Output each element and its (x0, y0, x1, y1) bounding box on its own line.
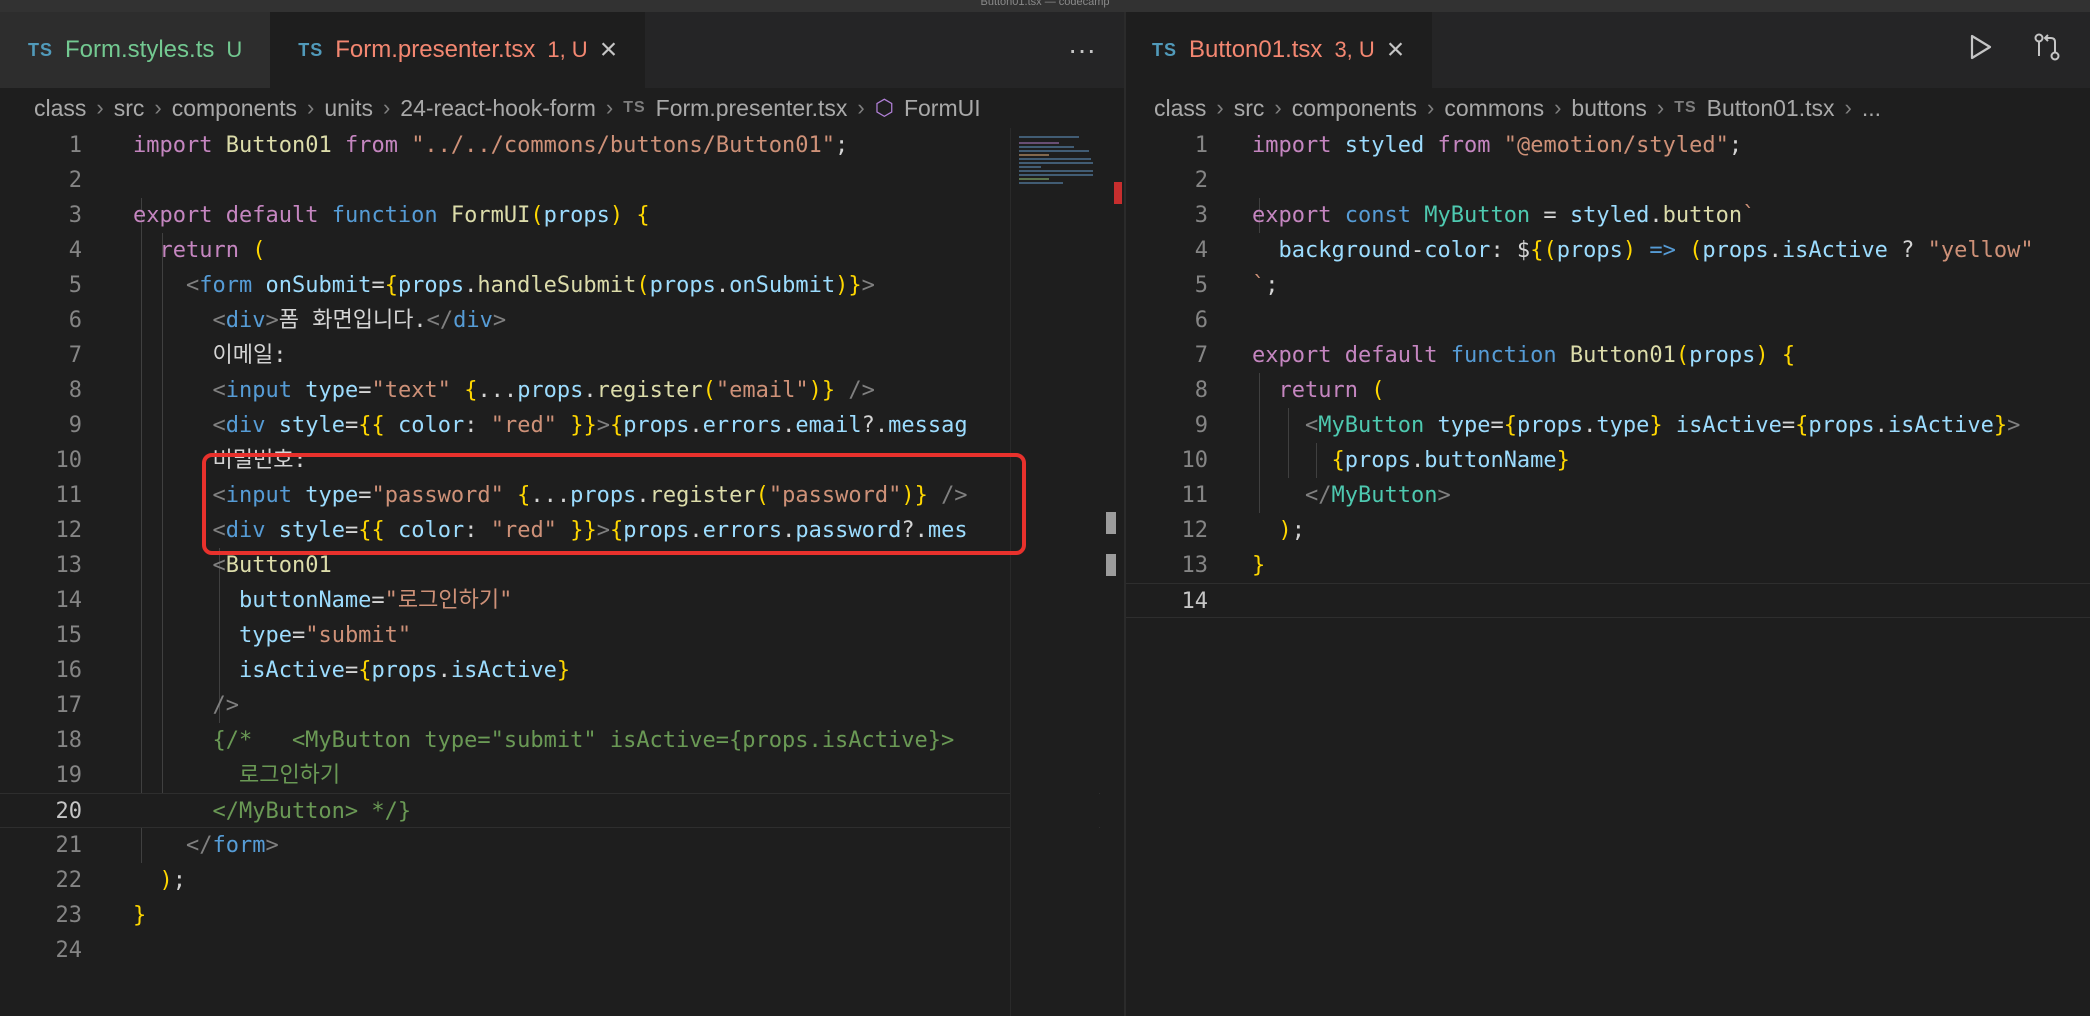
right-code-editor[interactable]: 1 import styled from "@emotion/styled"; 2… (1126, 128, 2090, 1016)
chevron-right-icon: › (382, 95, 391, 120)
ts-file-icon: TS (623, 99, 646, 116)
breadcrumb-item[interactable]: components (1292, 95, 1417, 122)
breadcrumb-item[interactable]: Button01.tsx (1707, 95, 1835, 122)
code-line: 2 (1194, 168, 1208, 193)
code-line: 23} (55, 903, 147, 928)
code-line: 1 import Button01 from "../../commons/but… (68, 133, 849, 158)
code-line: 7 export default function Button01(props)… (1194, 343, 1796, 368)
chevron-right-icon: › (1274, 95, 1282, 120)
right-editor-group: TS Button01.tsx 3, U × class › src › com… (1126, 12, 2090, 1016)
code-line: 19 로그인하기 (55, 763, 341, 788)
code-line: 9 <MyButton type={props.type} isActive={… (1194, 413, 2021, 438)
breadcrumb-item[interactable]: units (324, 95, 373, 122)
breadcrumb-item[interactable]: 24-react-hook-form (400, 95, 596, 122)
more-actions-icon[interactable]: ··· (1068, 34, 1096, 66)
close-icon[interactable]: × (600, 35, 618, 65)
code-line-current: 20 </MyButton> */} (0, 793, 1124, 828)
tab-label: Button01.tsx (1189, 36, 1323, 63)
code-line: 2 (68, 168, 82, 193)
code-line: 13} (1181, 553, 1266, 578)
breadcrumb-item[interactable]: class (34, 95, 86, 122)
breadcrumb-item[interactable]: src (114, 95, 145, 122)
chevron-right-icon: › (1656, 95, 1665, 120)
code-line: 3 export const MyButton = styled.button` (1194, 203, 1756, 228)
code-line: 4 background-color: ${(props) => (props.… (1194, 238, 2034, 263)
code-line: 22 ); (55, 868, 187, 893)
tab-form-styles[interactable]: TS Form.styles.ts U (0, 12, 271, 88)
code-line: 5 <form onSubmit={props.handleSubmit(pro… (68, 273, 875, 298)
ts-file-icon: TS (28, 39, 54, 60)
breadcrumb-item[interactable]: ... (1862, 95, 1881, 122)
chevron-right-icon: › (605, 95, 614, 120)
breadcrumb: class › src › components › commons › but… (1126, 88, 2090, 128)
code-line: 12 ); (1181, 518, 1306, 543)
tab-label: Form.styles.ts (65, 36, 215, 63)
breadcrumb-item[interactable]: class (1154, 95, 1206, 122)
left-code-editor[interactable]: 1 import Button01 from "../../commons/but… (0, 128, 1124, 1016)
chevron-right-icon: › (1427, 95, 1435, 120)
code-line: 21 </form> (55, 833, 279, 858)
code-line: 14 buttonName="로그인하기" (55, 588, 513, 613)
chevron-right-icon: › (307, 95, 315, 120)
code-line: 18 {/* <MyButton type="submit" isActive=… (55, 728, 955, 753)
breadcrumb-item[interactable]: buttons (1571, 95, 1646, 122)
source-control-compare-icon[interactable] (2032, 32, 2062, 69)
left-editor-group: TS Form.styles.ts U TS Form.presenter.ts… (0, 12, 1124, 1016)
chevron-right-icon: › (154, 95, 162, 120)
tab-button01[interactable]: TS Button01.tsx 3, U × (1126, 12, 1433, 88)
minimap[interactable] (1010, 128, 1099, 1016)
code-line: 8 <input type="text" {...props.register(… (68, 378, 875, 403)
scroll-thumb[interactable] (1106, 512, 1116, 534)
symbol-method-icon: ⬡ (874, 95, 894, 120)
code-line: 5 `; (1194, 273, 1279, 298)
code-line: 17 /> (55, 693, 239, 718)
code-line: 1 import styled from "@emotion/styled"; (1194, 133, 1743, 158)
breadcrumb-item[interactable]: src (1234, 95, 1265, 122)
chevron-right-icon: › (1216, 95, 1224, 120)
code-line: 6 (1194, 308, 1208, 333)
git-status-badge: U (226, 37, 243, 62)
scroll-thumb[interactable] (1106, 554, 1116, 576)
ts-file-icon: TS (298, 39, 324, 60)
close-icon[interactable]: × (1387, 35, 1405, 65)
breadcrumb: class › src › components › units › 24-re… (0, 88, 1124, 128)
problem-count-badge: 1, U (547, 37, 588, 62)
code-line-current: 14 (1126, 583, 2090, 618)
breadcrumb-item[interactable]: Form.presenter.tsx (656, 95, 848, 122)
code-line: 15 type="submit" (55, 623, 412, 648)
chevron-right-icon: › (1554, 95, 1562, 120)
breadcrumb-item[interactable]: commons (1444, 95, 1544, 122)
code-line: 9 <div style={{ color: "red" }}>{props.e… (68, 413, 968, 438)
error-marker (1114, 182, 1122, 204)
chevron-right-icon: › (96, 95, 104, 120)
code-line: 8 return ( (1194, 378, 1385, 403)
chevron-right-icon: › (1844, 95, 1852, 120)
problem-count-badge: 3, U (1334, 37, 1375, 62)
ts-file-icon: TS (1152, 39, 1178, 60)
ts-file-icon: TS (1674, 99, 1697, 116)
window-title: Button01.tsx — codecamp (0, 0, 2090, 12)
code-line: 24 (55, 938, 83, 963)
code-line: 4 return ( (68, 238, 266, 263)
code-line: 6 <div>폼 화면입니다.</div> (68, 308, 507, 333)
annotation-highlight-box (202, 453, 1026, 555)
breadcrumb-item[interactable]: components (172, 95, 297, 122)
right-tab-bar: TS Button01.tsx 3, U × (1126, 12, 2090, 88)
chevron-right-icon: › (857, 95, 865, 120)
tab-label: Form.presenter.tsx (335, 36, 536, 63)
left-tab-bar: TS Form.styles.ts U TS Form.presenter.ts… (0, 12, 1124, 88)
code-line: 7 이메일: (68, 343, 287, 368)
tab-form-presenter[interactable]: TS Form.presenter.tsx 1, U × (270, 12, 646, 88)
code-line: 3 export default function FormUI(props) { (68, 203, 650, 228)
run-icon[interactable] (1966, 33, 1994, 68)
breadcrumb-item[interactable]: FormUI (904, 95, 981, 122)
code-line: 11 </MyButton> (1181, 483, 1451, 508)
code-line: 16 isActive={props.isActive} (55, 658, 571, 683)
code-line: 10 {props.buttonName} (1181, 448, 1570, 473)
